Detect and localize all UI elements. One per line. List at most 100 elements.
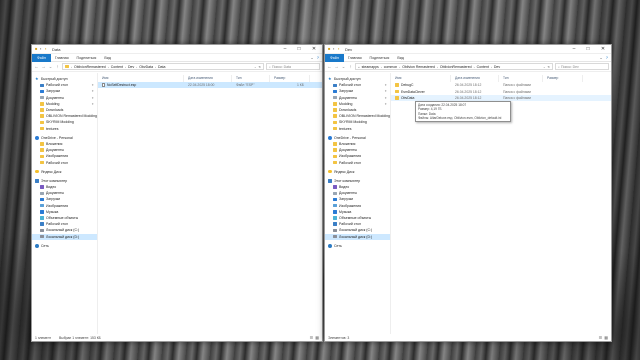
forward-arrow-icon[interactable]: → (334, 64, 339, 69)
drive-icon (40, 228, 44, 233)
maximize-button[interactable]: □ (292, 45, 306, 54)
details-view-icon[interactable]: ☰ (599, 335, 603, 340)
minimize-button[interactable]: – (278, 45, 292, 54)
quick-access-toolbar: ■ ▪ ▪ (32, 47, 49, 51)
minimize-button[interactable]: – (567, 45, 581, 54)
column-header-date[interactable]: Дата изменения (451, 75, 499, 82)
documents-icon (40, 191, 44, 196)
folder-icon (40, 142, 44, 146)
nav-item[interactable]: textures (325, 126, 390, 132)
documents-icon (40, 95, 44, 100)
back-arrow-icon[interactable]: ← (34, 64, 39, 69)
address-bar[interactable]: › OblivionRemastered › Content › Dev › ObvD… (62, 63, 264, 70)
breadcrumb-item[interactable]: ObvData (139, 65, 153, 69)
expand-ribbon-icon[interactable]: ⌄ (310, 55, 313, 60)
search-input[interactable]: ⌕ Поиск: Dev (555, 63, 609, 70)
forward-arrow-icon[interactable]: → (41, 64, 46, 69)
explorer-window-dev[interactable]: ■ ▪ ▪ Dev – □ ✕ Файл Главная Поделиться … (324, 44, 612, 342)
explorer-window-data[interactable]: ■ ▪ ▪ Data – □ ✕ Файл Главная Поделиться… (31, 44, 323, 342)
folder-icon (40, 102, 44, 106)
new-folder-icon[interactable]: ▪ (45, 47, 49, 51)
help-icon[interactable]: ? (317, 55, 319, 60)
large-icons-view-icon[interactable]: ▦ (604, 335, 608, 340)
address-dropdown-icon[interactable]: ⌄ (254, 65, 257, 69)
tab-home[interactable]: Главная (344, 54, 366, 62)
breadcrumb-item[interactable]: Oblivion Remastered (402, 65, 435, 69)
recent-locations-icon[interactable]: ⌄ (341, 64, 346, 70)
nav-item-selected[interactable]: Локальный диск (D:) (325, 233, 390, 240)
details-view-icon[interactable]: ☰ (310, 335, 314, 340)
up-arrow-icon[interactable]: ↑ (55, 64, 60, 69)
nav-yandex-disk[interactable]: Яндекс Диск (32, 169, 97, 175)
tab-view[interactable]: Вид (100, 54, 115, 62)
maximize-button[interactable]: □ (581, 45, 595, 54)
column-headers: Имя Дата изменения Тип Размер (98, 75, 322, 82)
computer-icon (35, 179, 39, 183)
back-arrow-icon[interactable]: ← (327, 64, 332, 69)
address-dropdown-icon[interactable]: ⌄ (543, 65, 546, 69)
large-icons-view-icon[interactable]: ▦ (315, 335, 319, 340)
star-icon: ★ (35, 76, 39, 82)
folder-icon (333, 126, 337, 131)
nav-item[interactable]: Рабочий стол (325, 159, 390, 165)
folder-icon (40, 108, 44, 112)
nav-item[interactable]: Рабочий стол (32, 159, 97, 165)
star-icon: ★ (328, 76, 332, 82)
close-button[interactable]: ✕ (595, 45, 611, 54)
music-icon (333, 210, 337, 214)
address-bar[interactable]: « steamapps › common › Oblivion Remastered… (355, 63, 553, 70)
navigation-pane[interactable]: ★ Быстрый доступ Рабочий стол ✦ Загрузки ✦ … (325, 73, 391, 334)
nav-item-selected[interactable]: Локальный диск (D:) (32, 233, 97, 240)
breadcrumb-item[interactable]: OblivionRemastered (440, 65, 472, 69)
onedrive-cloud-icon (35, 136, 39, 140)
file-row[interactable]: NoSelfDestruct.esp 22.04.2025 18:00 Файл… (98, 82, 322, 89)
tab-file[interactable]: Файл (32, 53, 51, 62)
file-list[interactable]: Имя Дата изменения Тип Размер DebugС 26.… (391, 73, 611, 334)
refresh-icon[interactable]: ↻ (547, 65, 550, 69)
column-header-name[interactable]: Имя (98, 75, 184, 82)
tooltip-files: Файлы: AltarDeluxe.esp, Oblivion.esm, Ob… (418, 115, 502, 120)
folder-icon (333, 120, 337, 125)
folder-icon (333, 154, 337, 159)
column-header-size[interactable]: Размер (270, 75, 310, 82)
breadcrumb-item[interactable]: Content (477, 65, 489, 69)
column-header-type[interactable]: Тип (232, 75, 270, 82)
column-header-size[interactable]: Размер (543, 75, 583, 82)
breadcrumb-item[interactable]: Dev (128, 65, 134, 69)
up-arrow-icon[interactable]: ↑ (348, 64, 353, 69)
nav-network[interactable]: Сеть (325, 243, 390, 249)
pin-icon: ✦ (91, 101, 94, 106)
nav-network[interactable]: Сеть (32, 243, 97, 249)
nav-yandex-disk[interactable]: Яндекс Диск (325, 169, 390, 175)
breadcrumb-item[interactable]: Content (111, 65, 123, 69)
new-folder-icon[interactable]: ▪ (338, 47, 342, 51)
pin-icon: ✦ (384, 95, 387, 100)
properties-icon[interactable]: ▪ (333, 47, 337, 51)
tab-view[interactable]: Вид (393, 54, 408, 62)
column-header-type[interactable]: Тип (499, 75, 543, 82)
column-header-date[interactable]: Дата изменения (184, 75, 232, 82)
tab-share[interactable]: Поделиться (73, 54, 101, 62)
tab-share[interactable]: Поделиться (366, 54, 394, 62)
breadcrumb-item[interactable]: OblivionRemastered (74, 65, 106, 69)
properties-icon[interactable]: ▪ (40, 47, 44, 51)
breadcrumb-item[interactable]: Data (158, 65, 165, 69)
nav-item[interactable]: textures (32, 126, 97, 132)
search-input[interactable]: ⌕ Поиск: Data (266, 63, 320, 70)
breadcrumb-item[interactable]: common (384, 65, 397, 69)
tab-file[interactable]: Файл (325, 53, 344, 62)
navigation-pane[interactable]: ★ Быстрый доступ Рабочий стол ✦ Загрузки ✦ … (32, 73, 98, 334)
recent-locations-icon[interactable]: ⌄ (48, 64, 53, 70)
expand-ribbon-icon[interactable]: ⌄ (599, 55, 602, 60)
refresh-icon[interactable]: ↻ (258, 65, 261, 69)
column-header-name[interactable]: Имя (391, 75, 451, 82)
breadcrumb-item[interactable]: Dev (494, 65, 500, 69)
folder-icon (333, 160, 337, 165)
close-button[interactable]: ✕ (306, 45, 322, 54)
tab-home[interactable]: Главная (51, 54, 73, 62)
help-icon[interactable]: ? (606, 55, 608, 60)
ribbon-tabs: Файл Главная Поделиться Вид ⌄? (325, 53, 611, 62)
status-bar: 1 элемент Выбран 1 элемент: 153 КБ ☰ ▦ (32, 334, 322, 341)
file-list[interactable]: Имя Дата изменения Тип Размер NoSelfDest… (98, 73, 322, 334)
breadcrumb-item[interactable]: steamapps (362, 65, 379, 69)
